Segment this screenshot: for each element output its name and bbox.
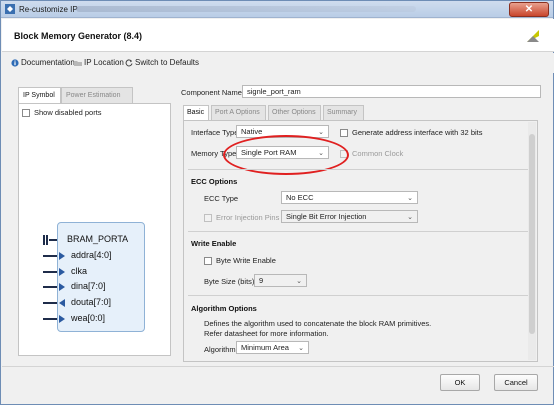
ecc-section-title: ECC Options <box>191 177 238 186</box>
interface-type-value: Native <box>241 127 263 136</box>
blurred-path <box>76 6 416 12</box>
vertical-scrollbar[interactable] <box>528 122 536 360</box>
documentation-label: Documentation <box>21 58 75 67</box>
divider <box>188 231 528 232</box>
component-name-input[interactable]: signle_port_ram <box>242 85 541 98</box>
ecc-type-label: ECC Type <box>204 194 239 203</box>
title-bar[interactable]: Re-customize IP ✕ <box>1 1 553 18</box>
port-line <box>43 271 57 273</box>
refresh-icon <box>125 59 133 67</box>
interface-label: BRAM_PORTA <box>67 234 129 244</box>
byte-write-enable-row[interactable]: Byte Write Enable <box>204 256 276 265</box>
algorithm-value: Minimum Area <box>241 343 289 352</box>
error-injection-checkbox[interactable] <box>204 213 212 222</box>
input-arrow-icon <box>59 252 65 260</box>
port-line <box>43 302 57 304</box>
tab-other-options[interactable]: Other Options <box>268 105 321 120</box>
write-enable-section-title: Write Enable <box>191 239 237 248</box>
divider <box>188 295 528 296</box>
tab-power-estimation[interactable]: Power Estimation <box>61 87 133 103</box>
tab-ip-symbol[interactable]: IP Symbol <box>18 87 61 103</box>
byte-size-label: Byte Size (bits) <box>204 277 255 286</box>
chevron-down-icon: ⌄ <box>407 195 413 202</box>
gen-address-label: Generate address interface with 32 bits <box>352 128 483 137</box>
info-icon <box>11 59 19 67</box>
divider <box>188 169 528 170</box>
error-injection-select[interactable]: Single Bit Error Injection ⌄ <box>281 210 418 223</box>
error-injection-label: Error Injection Pins <box>216 213 280 222</box>
chevron-down-icon: ⌄ <box>296 278 302 285</box>
algorithm-description-2: Refer datasheet for more information. <box>204 329 329 338</box>
xilinx-logo-icon <box>527 30 539 42</box>
app-icon <box>5 4 15 14</box>
show-disabled-ports-row[interactable]: Show disabled ports <box>22 108 102 117</box>
input-arrow-icon <box>59 315 65 323</box>
gen-address-checkbox[interactable] <box>340 128 348 137</box>
toolbar: Documentation IP Location Switch to Defa… <box>2 53 554 73</box>
footer-divider <box>2 366 554 367</box>
algorithm-section-title: Algorithm Options <box>191 304 257 313</box>
port-line <box>43 318 57 320</box>
byte-write-enable-checkbox[interactable] <box>204 256 212 265</box>
component-name-label: Component Name <box>181 88 242 97</box>
cancel-button[interactable]: Cancel <box>494 374 538 391</box>
common-clock-label: Common Clock <box>352 149 404 158</box>
chevron-down-icon: ⌄ <box>298 345 304 352</box>
folder-icon <box>74 61 82 66</box>
input-arrow-icon <box>59 283 65 291</box>
port-clka: clka <box>71 266 88 276</box>
tab-summary[interactable]: Summary <box>323 105 364 120</box>
ip-location-label: IP Location <box>84 58 124 67</box>
port-wea: wea[0:0] <box>71 313 106 323</box>
algorithm-select[interactable]: Minimum Area ⌄ <box>236 341 309 354</box>
port-line <box>43 286 57 288</box>
gen-address-row[interactable]: Generate address interface with 32 bits <box>340 128 483 137</box>
byte-size-select[interactable]: 9 ⌄ <box>254 274 307 287</box>
left-tabs: IP Symbol Power Estimation <box>18 87 142 103</box>
error-injection-row[interactable]: Error Injection Pins <box>204 213 279 222</box>
interface-type-label: Interface Type <box>191 128 239 137</box>
algorithm-description-1: Defines the algorithm used to concatenat… <box>204 319 432 328</box>
show-disabled-ports-checkbox[interactable] <box>22 108 30 117</box>
bram-bus-marker <box>43 235 48 245</box>
common-clock-row[interactable]: Common Clock <box>340 149 403 158</box>
bram-bus-line <box>49 239 57 241</box>
algorithm-label: Algorithm <box>204 345 236 354</box>
ok-button[interactable]: OK <box>440 374 480 391</box>
tab-port-a-options[interactable]: Port A Options <box>211 105 266 120</box>
ecc-type-value: No ECC <box>286 193 314 202</box>
show-disabled-ports-label: Show disabled ports <box>34 108 102 117</box>
error-injection-value: Single Bit Error Injection <box>286 212 367 221</box>
port-douta: douta[7:0] <box>71 297 112 307</box>
page-title: Block Memory Generator (8.4) <box>14 31 143 41</box>
chevron-down-icon: ⌄ <box>318 129 324 136</box>
port-addra: addra[4:0] <box>71 250 112 260</box>
switch-defaults-link[interactable]: Switch to Defaults <box>125 58 199 68</box>
switch-defaults-label: Switch to Defaults <box>135 58 200 67</box>
close-button[interactable]: ✕ <box>509 2 549 17</box>
ip-location-link[interactable]: IP Location <box>74 58 124 68</box>
port-line <box>43 255 57 257</box>
port-dina: dina[7:0] <box>71 281 106 291</box>
dialog-window: Re-customize IP ✕ Block Memory Generator… <box>0 0 554 405</box>
chevron-down-icon: ⌄ <box>407 214 413 221</box>
window-title: Re-customize IP <box>19 5 78 14</box>
input-arrow-icon <box>59 268 65 276</box>
byte-write-enable-label: Byte Write Enable <box>216 256 276 265</box>
documentation-link[interactable]: Documentation <box>11 58 75 68</box>
scroll-thumb[interactable] <box>529 134 535 334</box>
header: Block Memory Generator (8.4) <box>2 19 554 52</box>
byte-size-value: 9 <box>259 276 264 285</box>
ecc-type-select[interactable]: No ECC ⌄ <box>281 191 418 204</box>
tab-basic[interactable]: Basic <box>183 105 209 120</box>
output-arrow-icon <box>59 299 65 307</box>
